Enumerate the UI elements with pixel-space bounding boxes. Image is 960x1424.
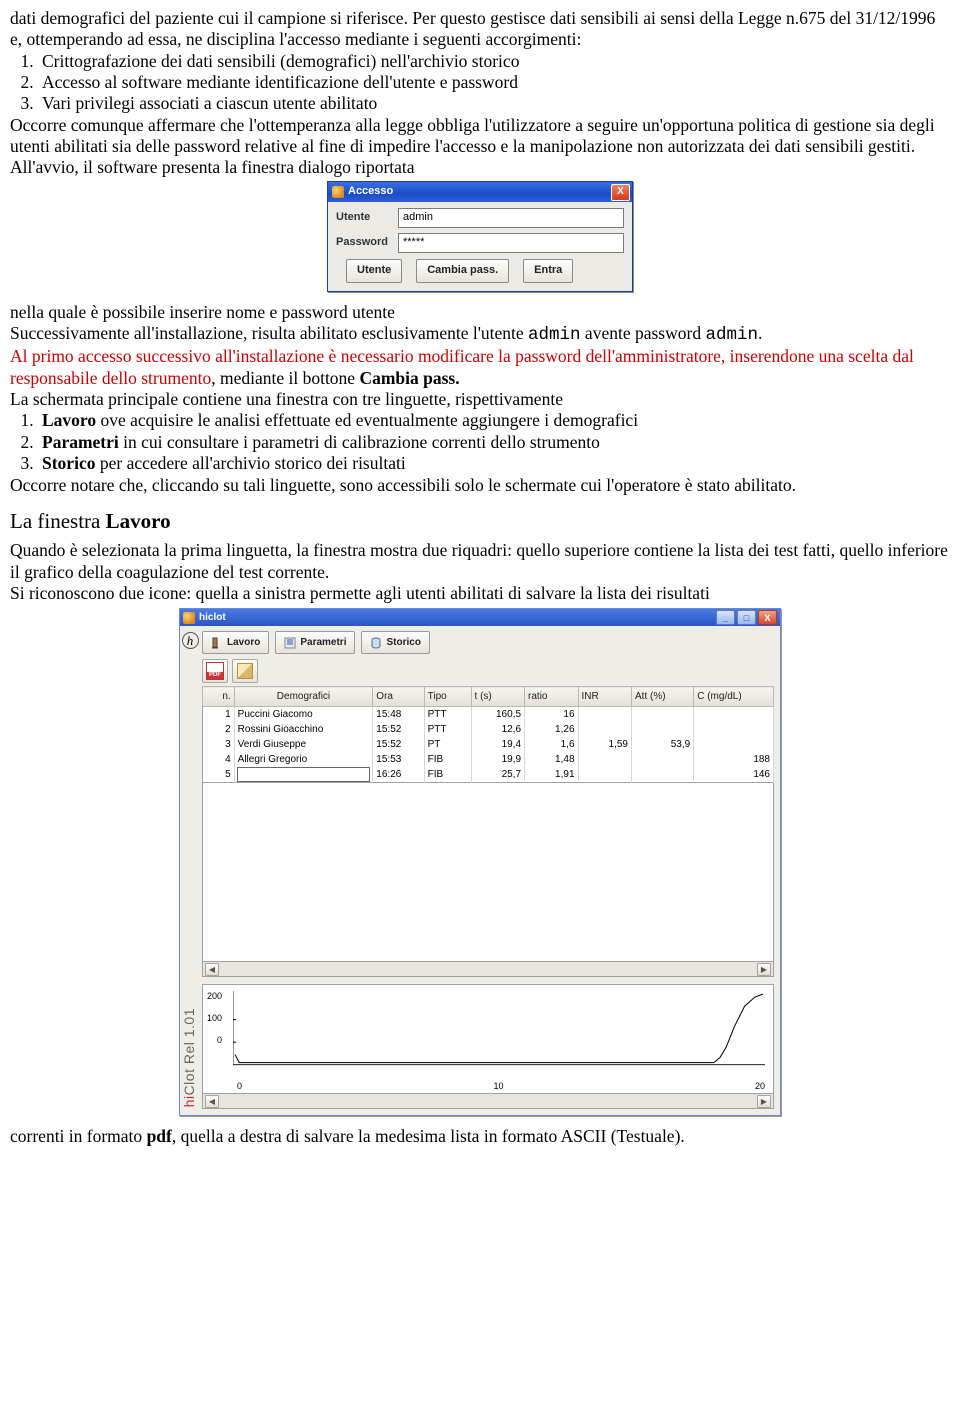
table-scrollbar[interactable]: ◀ ▶	[202, 962, 774, 977]
edit-icon	[237, 663, 253, 679]
p2a: nella quale è possibile inserire nome e …	[10, 302, 395, 322]
col-tipo[interactable]: Tipo	[424, 687, 471, 707]
intro-text-b: Occorre comunque affermare che l'ottempe…	[10, 115, 935, 156]
results-table[interactable]: n. Demografici Ora Tipo t (s) ratio INR …	[202, 686, 774, 783]
col-n[interactable]: n.	[203, 687, 235, 707]
accorgimenti-list: Crittografazione dei dati sensibili (dem…	[38, 51, 950, 115]
ytick-100: 100	[207, 1013, 222, 1035]
scroll-right-icon[interactable]: ▶	[757, 963, 771, 976]
password-input[interactable]: *****	[398, 233, 624, 253]
xtick-0: 0	[237, 1081, 242, 1092]
p7: Si riconoscono due icone: quella a sinis…	[10, 583, 710, 603]
intro-text-c: All'avvio, il software presenta la fines…	[10, 157, 415, 177]
cambia-pass-bold: Cambia pass.	[359, 368, 459, 388]
pdf-icon	[206, 662, 224, 680]
list1-item3: Vari privilegi associati a ciascun utent…	[42, 93, 377, 113]
linguette-list: Lavoro ove acquisire le analisi effettua…	[38, 410, 950, 474]
ytick-0: 0	[207, 1035, 222, 1057]
p6: Quando è selezionata la prima linguetta,…	[10, 540, 948, 581]
p2b-mid: avente password	[581, 323, 706, 343]
table-row[interactable]: 4 Allegri Gregorio 15:53 FIB 19,9 1,48 1…	[203, 752, 774, 767]
save-pdf-button[interactable]	[202, 659, 228, 683]
close-icon[interactable]: X	[758, 610, 777, 625]
tab-parametri[interactable]: Parametri	[275, 631, 355, 654]
col-demografici[interactable]: Demografici	[234, 687, 373, 707]
cambia-pass-button[interactable]: Cambia pass.	[416, 259, 509, 283]
list1-item2: Accesso al software mediante identificaz…	[42, 72, 518, 92]
tab-storico[interactable]: Storico	[361, 631, 429, 654]
col-ora[interactable]: Ora	[373, 687, 424, 707]
plot-scrollbar[interactable]: ◀ ▶	[202, 1094, 774, 1109]
utente-button[interactable]: Utente	[346, 259, 402, 283]
demografici-input[interactable]	[237, 767, 371, 782]
li-storico-t: per accedere all'archivio storico dei ri…	[95, 453, 405, 473]
instrument-icon	[211, 637, 223, 649]
col-inr[interactable]: INR	[578, 687, 631, 707]
coagulation-plot: 200 100 0 0 10 20	[202, 984, 774, 1094]
maximize-icon[interactable]: □	[737, 610, 756, 625]
p2b-pre: Successivamente all'installazione, risul…	[10, 323, 528, 343]
tab-storico-label: Storico	[386, 637, 420, 649]
li-lavoro-t: ove acquisire le analisi effettuate ed e…	[96, 410, 638, 430]
password-label: Password	[336, 236, 398, 249]
tab-parametri-label: Parametri	[300, 637, 346, 649]
li-storico-b: Storico	[42, 453, 95, 473]
col-ratio[interactable]: ratio	[525, 687, 578, 707]
accesso-dialog: Accesso X Utente admin Password ***** Ut…	[327, 181, 633, 292]
p5: Occorre notare che, cliccando su tali li…	[10, 475, 796, 495]
xtick-20: 20	[755, 1081, 765, 1092]
col-c[interactable]: C (mg/dL)	[694, 687, 774, 707]
app-logo-icon: h	[182, 632, 199, 649]
p8-pdf: pdf	[147, 1126, 172, 1146]
utente-input[interactable]: admin	[398, 208, 624, 228]
p8-pre: correnti in formato	[10, 1126, 147, 1146]
table-row[interactable]: 2 Rossini Gioacchino 15:52 PTT 12,6 1,26	[203, 722, 774, 737]
plot-line-icon	[233, 991, 765, 1079]
code-admin-1: admin	[528, 325, 581, 345]
hiclot-window: hiclot _ □ X h hiClot Rel 1.01 Lavoro	[179, 608, 781, 1116]
close-icon[interactable]: X	[611, 184, 630, 201]
minimize-icon[interactable]: _	[716, 610, 735, 625]
sec-bold: Lavoro	[106, 509, 171, 533]
table-row[interactable]: 1 Puccini Giacomo 15:48 PTT 160,5 16	[203, 707, 774, 723]
list1-item1: Crittografazione dei dati sensibili (dem…	[42, 51, 519, 71]
sec-pre: La finestra	[10, 509, 106, 533]
app-titlebar[interactable]: hiclot _ □ X	[180, 609, 780, 626]
code-admin-2: admin	[705, 325, 758, 345]
intro-text-a: dati demografici del paziente cui il cam…	[10, 8, 935, 49]
p2b-post: .	[758, 323, 762, 343]
xtick-10: 10	[493, 1081, 503, 1092]
scroll-left-icon[interactable]: ◀	[205, 963, 219, 976]
params-icon	[284, 637, 296, 649]
table-row[interactable]: 3 Verdi Giuseppe 15:52 PT 19,4 1,6 1,59 …	[203, 737, 774, 752]
warning-red-text: Al primo accesso successivo all'installa…	[10, 346, 914, 387]
li-lavoro-b: Lavoro	[42, 410, 96, 430]
tab-lavoro-label: Lavoro	[227, 637, 260, 649]
version-label: hiClot Rel 1.01	[181, 1008, 198, 1107]
table-row-editing[interactable]: 5 16:26 FIB 25,7 1,91 146	[203, 767, 774, 783]
scroll-right-icon[interactable]: ▶	[757, 1095, 771, 1108]
save-txt-button[interactable]	[232, 659, 258, 683]
li-parametri-b: Parametri	[42, 432, 119, 452]
storico-icon	[370, 637, 382, 649]
accesso-titlebar[interactable]: Accesso X	[328, 182, 632, 202]
section-header-lavoro: La finestra Lavoro	[10, 509, 950, 535]
tab-lavoro[interactable]: Lavoro	[202, 631, 269, 654]
col-t[interactable]: t (s)	[471, 687, 524, 707]
accesso-title-text: Accesso	[348, 185, 393, 198]
utente-label: Utente	[336, 211, 398, 224]
li-parametri-t: in cui consultare i parametri di calibra…	[119, 432, 600, 452]
col-att[interactable]: Att (%)	[632, 687, 694, 707]
scroll-left-icon[interactable]: ◀	[205, 1095, 219, 1108]
java-cup-icon	[183, 612, 195, 624]
p3-tail1: , mediante il bottone	[211, 368, 359, 388]
java-cup-icon	[332, 186, 344, 198]
table-empty-area	[202, 783, 774, 962]
p4: La schermata principale contiene una fin…	[10, 389, 563, 409]
entra-button[interactable]: Entra	[523, 259, 573, 283]
app-title-text: hiclot	[199, 612, 226, 624]
ytick-200: 200	[207, 991, 222, 1013]
p8-post: , quella a destra di salvare la medesima…	[172, 1126, 685, 1146]
